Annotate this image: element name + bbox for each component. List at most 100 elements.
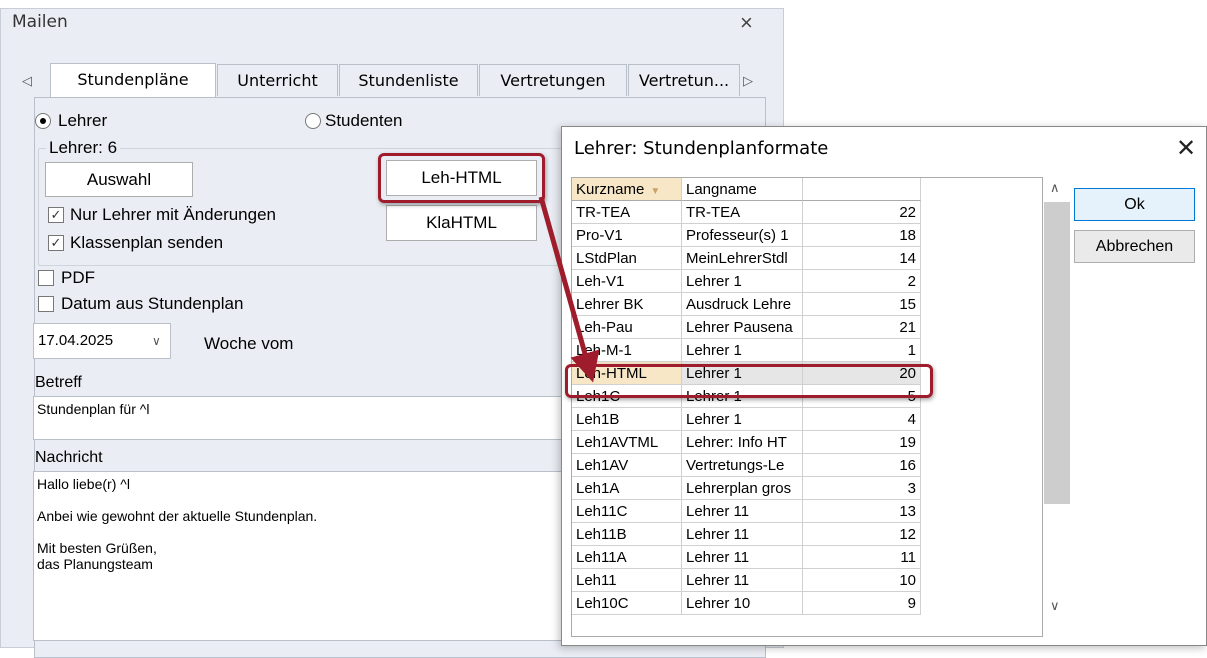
table-cell[interactable]: Leh11	[572, 569, 682, 592]
highlight-box-row	[565, 364, 933, 398]
tab-stundenplaene[interactable]: Stundenpläne	[50, 63, 216, 98]
tab-unterricht[interactable]: Unterricht	[217, 64, 338, 96]
tab-stundenliste[interactable]: Stundenliste	[339, 64, 478, 96]
table-cell[interactable]: Pro-V1	[572, 224, 682, 247]
table-cell[interactable]: Lehrerplan gros	[682, 477, 803, 500]
chevron-up-icon[interactable]: ∧	[1050, 180, 1060, 196]
woche-label: Woche vom	[204, 334, 294, 353]
table-cell[interactable]: Lehrer 10	[682, 592, 803, 615]
tab-vertretungen[interactable]: Vertretungen	[479, 64, 627, 96]
checkbox-pdf-label: PDF	[61, 268, 95, 287]
checkbox-nur-lehrer[interactable]: ✓	[48, 207, 64, 223]
close-icon[interactable]: ×	[740, 10, 753, 36]
column-header-label: Kurzname	[576, 181, 645, 198]
table-cell[interactable]: 22	[803, 201, 921, 224]
table-cell[interactable]: Lehrer 1	[682, 270, 803, 293]
table-cell[interactable]: Leh-Pau	[572, 316, 682, 339]
table-cell[interactable]: Leh-V1	[572, 270, 682, 293]
table-cell[interactable]: 10	[803, 569, 921, 592]
chevron-down-icon: ∨	[152, 334, 161, 348]
sort-icon: ▼	[650, 186, 661, 197]
nachricht-line	[37, 492, 569, 508]
radio-lehrer[interactable]	[35, 113, 51, 129]
table-cell[interactable]: 1	[803, 339, 921, 362]
betreff-label: Betreff	[35, 374, 82, 391]
tab-vertretun-more[interactable]: Vertretun...	[628, 64, 740, 96]
table-cell[interactable]: Leh1B	[572, 408, 682, 431]
chevron-down-icon[interactable]: ∨	[1050, 598, 1060, 614]
table-cell[interactable]: 19	[803, 431, 921, 454]
table-cell[interactable]: Vertretungs-Le	[682, 454, 803, 477]
table-cell[interactable]: Ausdruck Lehre	[682, 293, 803, 316]
column-header-langname[interactable]: Langname	[682, 178, 803, 201]
column-header-number[interactable]	[803, 178, 921, 201]
radio-lehrer-label: Lehrer	[58, 111, 108, 130]
highlight-box-button	[378, 153, 545, 203]
group-label: Lehrer: 6	[46, 138, 121, 158]
nachricht-line	[37, 524, 569, 540]
nachricht-label: Nachricht	[35, 449, 103, 466]
table-cell[interactable]: 14	[803, 247, 921, 270]
table-cell[interactable]: Lehrer Pausena	[682, 316, 803, 339]
table-cell[interactable]: LStdPlan	[572, 247, 682, 270]
table-cell[interactable]: Lehrer 11	[682, 500, 803, 523]
table-cell[interactable]: 13	[803, 500, 921, 523]
checkbox-datum[interactable]	[38, 296, 54, 312]
table-cell[interactable]: 18	[803, 224, 921, 247]
table-cell[interactable]: 11	[803, 546, 921, 569]
ok-button[interactable]: Ok	[1074, 188, 1195, 221]
nachricht-textarea[interactable]: Hallo liebe(r) ^l Anbei wie gewohnt der …	[33, 471, 573, 641]
table-cell[interactable]: Leh1A	[572, 477, 682, 500]
table-cell[interactable]: 9	[803, 592, 921, 615]
date-value: 17.04.2025	[38, 332, 114, 349]
table-cell[interactable]: 3	[803, 477, 921, 500]
table-cell[interactable]: Leh1AV	[572, 454, 682, 477]
table-cell[interactable]: Leh-M-1	[572, 339, 682, 362]
checkbox-nur-lehrer-label: Nur Lehrer mit Änderungen	[70, 205, 277, 224]
table-cell[interactable]: 15	[803, 293, 921, 316]
close-icon[interactable]: ✕	[1176, 134, 1196, 163]
table-cell[interactable]: TR-TEA	[682, 201, 803, 224]
table-cell[interactable]: Professeur(s) 1	[682, 224, 803, 247]
table-cell[interactable]: Lehrer BK	[572, 293, 682, 316]
scrollbar-thumb[interactable]	[1044, 202, 1070, 504]
checkbox-pdf[interactable]	[38, 270, 54, 286]
tab-bar: Stundenpläne Unterricht Stundenliste Ver…	[16, 63, 766, 98]
table-cell[interactable]: 2	[803, 270, 921, 293]
formats-grid: Kurzname ▼ Langname TR-TEA TR-TEA 22 Pro-V1 P…	[571, 177, 1043, 637]
checkbox-klassenplan[interactable]: ✓	[48, 235, 64, 251]
checkbox-datum-label: Datum aus Stundenplan	[61, 294, 244, 313]
table-cell[interactable]: Leh11B	[572, 523, 682, 546]
checkbox-klassenplan-label: Klassenplan senden	[70, 233, 224, 252]
date-dropdown[interactable]: 17.04.2025 ∨	[33, 323, 171, 359]
cancel-button[interactable]: Abbrechen	[1074, 230, 1195, 263]
nachricht-line: Mit besten Grüßen,	[37, 540, 157, 556]
table-cell[interactable]: Lehrer 11	[682, 523, 803, 546]
table-cell[interactable]: TR-TEA	[572, 201, 682, 224]
tab-scroll-right-icon[interactable]: ▷	[743, 73, 753, 89]
table-cell[interactable]: Lehrer: Info HT	[682, 431, 803, 454]
table-cell[interactable]: 16	[803, 454, 921, 477]
radio-studenten-label: Studenten	[325, 111, 403, 130]
table-cell[interactable]: 12	[803, 523, 921, 546]
table-cell[interactable]: Lehrer 1	[682, 339, 803, 362]
auswahl-button[interactable]: Auswahl	[45, 162, 193, 197]
column-header-kurzname[interactable]: Kurzname ▼	[572, 178, 682, 201]
table-cell[interactable]: Lehrer 1	[682, 408, 803, 431]
table-cell[interactable]: Leh1AVTML	[572, 431, 682, 454]
dialog-title: Lehrer: Stundenplanformate	[574, 138, 829, 159]
radio-studenten[interactable]	[305, 113, 321, 129]
nachricht-line: das Planungsteam	[37, 556, 153, 572]
betreff-input[interactable]: Stundenplan für ^l	[33, 396, 573, 440]
table-cell[interactable]: Leh11C	[572, 500, 682, 523]
table-cell[interactable]: Lehrer 11	[682, 569, 803, 592]
format-button-klahtml[interactable]: KlaHTML	[386, 205, 537, 241]
table-cell[interactable]: Leh10C	[572, 592, 682, 615]
table-cell[interactable]: Lehrer 11	[682, 546, 803, 569]
nachricht-line: Anbei wie gewohnt der aktuelle Stundenpl…	[37, 508, 318, 524]
table-cell[interactable]: MeinLehrerStdl	[682, 247, 803, 270]
table-cell[interactable]: 21	[803, 316, 921, 339]
table-cell[interactable]: 4	[803, 408, 921, 431]
nachricht-line: Hallo liebe(r) ^l	[37, 476, 130, 492]
table-cell[interactable]: Leh11A	[572, 546, 682, 569]
